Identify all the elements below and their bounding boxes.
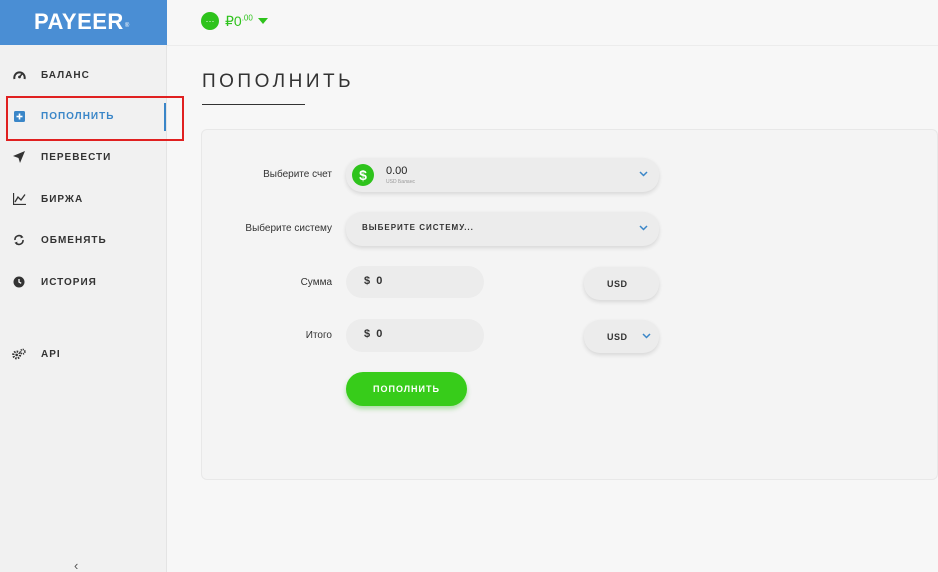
active-indicator — [164, 103, 166, 131]
account-select[interactable]: $ 0.00 USD Баланс — [346, 158, 659, 192]
account-balance-value: 0.00 — [386, 165, 408, 177]
amount-value: $ 0 — [364, 275, 383, 287]
sidebar-item-swap[interactable]: ОБМЕНЯТЬ — [0, 225, 167, 255]
system-label: Выберите систему — [245, 223, 332, 234]
sidebar-item-label: ПЕРЕВЕСТИ — [41, 151, 112, 163]
title-underline — [202, 104, 305, 105]
total-currency-select[interactable]: USD — [584, 320, 659, 353]
total-label: Итого — [305, 330, 332, 341]
deposit-submit-button[interactable]: ПОПОЛНИТЬ — [346, 372, 467, 406]
sidebar-item-deposit[interactable]: ПОПОЛНИТЬ — [0, 101, 167, 131]
paper-plane-icon — [12, 150, 26, 164]
exchange-arrows-icon — [12, 233, 26, 247]
sidebar-item-label: БИРЖА — [41, 193, 84, 205]
amount-currency-select[interactable]: USD — [584, 267, 659, 300]
amount-input[interactable]: $ 0 — [346, 266, 484, 298]
gauge-icon — [12, 68, 26, 82]
wallet-dots-icon: ··· — [201, 12, 219, 30]
logo-bar: PAYEER® — [0, 0, 167, 45]
amount-label: Сумма — [300, 277, 332, 288]
account-label: Выберите счет — [263, 169, 332, 180]
sidebar-item-label: ОБМЕНЯТЬ — [41, 234, 107, 246]
sidebar-item-label: ИСТОРИЯ — [41, 276, 97, 288]
sidebar-item-label: БАЛАНС — [41, 69, 90, 81]
caret-down-icon — [257, 18, 268, 24]
sidebar-item-history[interactable]: ИСТОРИЯ — [0, 267, 167, 297]
chart-line-icon — [12, 192, 26, 206]
plus-square-icon — [12, 109, 26, 123]
dollar-icon: $ — [352, 164, 374, 186]
account-currency-sub: USD Баланс — [386, 179, 415, 185]
system-select-value: ВЫБЕРИТЕ СИСТЕМУ... — [362, 223, 474, 232]
logo[interactable]: PAYEER® — [34, 9, 129, 35]
gears-icon — [12, 347, 26, 361]
page-title: ПОПОЛНИТЬ — [202, 71, 355, 92]
balance-amount: ₽0.00 — [225, 12, 253, 29]
total-input[interactable]: $ 0 — [346, 319, 484, 352]
collapse-sidebar-chevron-icon[interactable]: ‹ — [74, 558, 88, 572]
chevron-down-icon — [639, 171, 649, 181]
total-value: $ 0 — [364, 328, 383, 340]
sidebar-item-exchange[interactable]: БИРЖА — [0, 184, 167, 214]
sidebar: PAYEER® БАЛАНС ПОПОЛНИТЬ ПЕРЕВЕСТИ БИРЖА… — [0, 0, 167, 572]
sidebar-item-label: ПОПОЛНИТЬ — [41, 110, 115, 122]
amount-currency-value: USD — [607, 279, 628, 289]
sidebar-item-balance[interactable]: БАЛАНС — [0, 60, 167, 90]
balance-dropdown[interactable]: ··· ₽0.00 — [201, 9, 268, 33]
chevron-down-icon — [642, 333, 652, 343]
chevron-down-icon — [639, 225, 649, 235]
clock-icon — [12, 275, 26, 289]
sidebar-item-label: API — [41, 348, 61, 360]
header-divider — [167, 45, 938, 46]
system-select[interactable]: ВЫБЕРИТЕ СИСТЕМУ... — [346, 212, 659, 246]
total-currency-value: USD — [607, 332, 628, 342]
sidebar-item-api[interactable]: API — [0, 339, 167, 369]
sidebar-item-transfer[interactable]: ПЕРЕВЕСТИ — [0, 142, 167, 172]
